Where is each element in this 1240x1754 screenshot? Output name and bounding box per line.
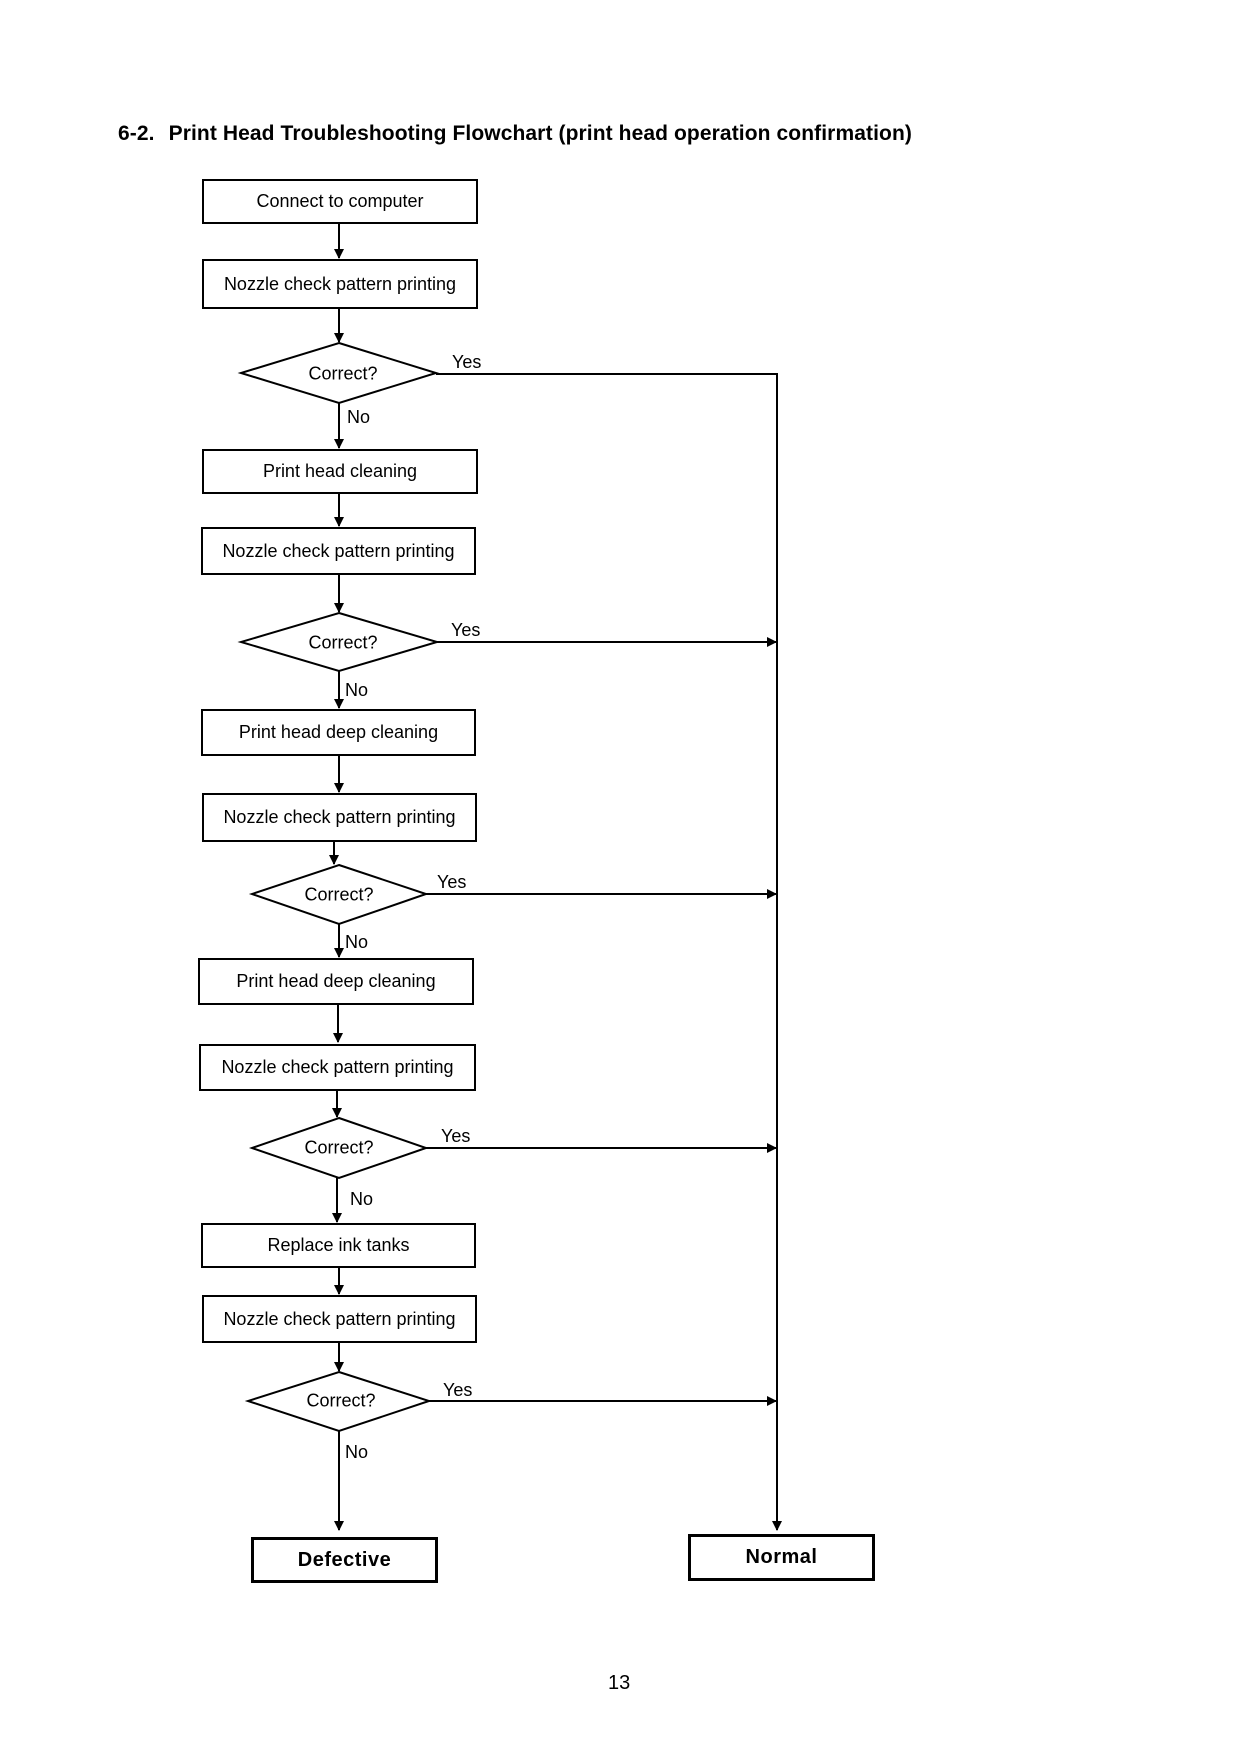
step-label: Print head deep cleaning [238,722,439,742]
decision-label-5: Correct? [306,1390,376,1411]
terminal-label: Defective [297,1548,392,1571]
step-nozzle-check-2: Nozzle check pattern printing [201,527,476,575]
terminal-defective: Defective [251,1537,438,1583]
step-replace-ink-tanks: Replace ink tanks [201,1223,476,1268]
yes-label-2: Yes [451,620,481,640]
step-label: Nozzle check pattern printing [223,273,457,294]
decision-label-1: Correct? [308,363,378,384]
line-decision1-yes [436,373,782,1531]
no-label-2: No [345,680,369,700]
decision-label-4: Correct? [304,1137,374,1158]
step-label: Nozzle check pattern printing [223,807,456,827]
decision-label-2: Correct? [308,632,378,653]
step-label: Print head cleaning [262,461,418,481]
no-label-5: No [345,1442,369,1462]
step-nozzle-check-1: Nozzle check pattern printing [202,259,478,309]
terminal-normal: Normal [688,1534,875,1581]
step-label: Print head deep cleaning [236,971,436,991]
decision-label-3: Correct? [304,884,374,905]
no-label-1: No [347,407,371,427]
no-label-4: No [350,1189,374,1209]
step-label: Replace ink tanks [267,1235,410,1255]
terminal-label: Normal [745,1546,818,1568]
flowchart-connectors [237,224,782,1531]
step-label: Nozzle check pattern printing [223,1308,456,1329]
yes-label-1: Yes [452,352,482,372]
step-deep-cleaning-2: Print head deep cleaning [198,958,474,1005]
step-deep-cleaning-1: Print head deep cleaning [201,709,476,756]
yes-label-3: Yes [437,872,467,892]
yes-label-4: Yes [441,1126,471,1146]
step-nozzle-check-4: Nozzle check pattern printing [199,1044,476,1091]
step-label: Connect to computer [256,191,424,211]
page-number: 13 [608,1672,631,1694]
step-label: Nozzle check pattern printing [221,1057,454,1077]
step-nozzle-check-5: Nozzle check pattern printing [202,1295,477,1343]
step-print-head-cleaning: Print head cleaning [202,449,478,494]
no-label-3: No [345,932,369,952]
yes-label-5: Yes [443,1380,473,1400]
step-label: Nozzle check pattern printing [222,540,455,561]
step-nozzle-check-3: Nozzle check pattern printing [202,793,477,842]
step-connect-to-computer: Connect to computer [202,179,478,224]
